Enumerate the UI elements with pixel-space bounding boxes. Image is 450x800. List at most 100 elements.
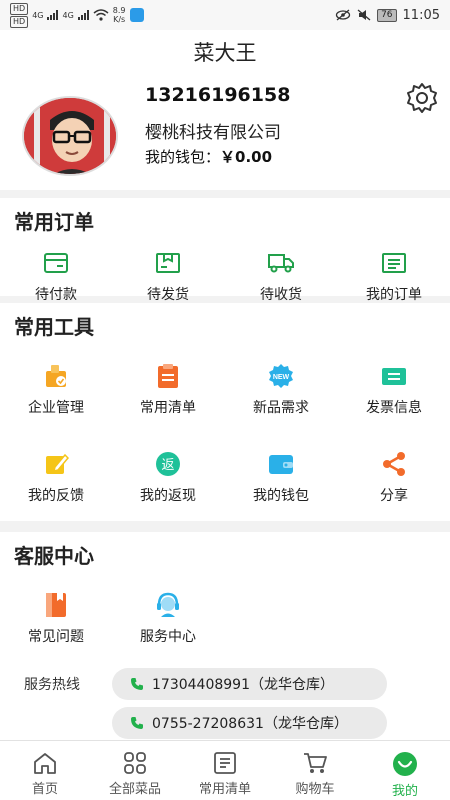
cart-icon	[304, 753, 327, 773]
order-list-icon	[379, 248, 409, 278]
feedback-icon	[41, 449, 71, 479]
tool-item-wallet[interactable]: 我的钱包	[225, 449, 337, 505]
clipboard-icon	[153, 361, 183, 391]
tools-card: 常用工具 企业管理 常用清单 NEW 新品需求 发票信息 我的反馈 返 我的返现	[0, 303, 450, 521]
svg-text:NEW: NEW	[273, 374, 290, 381]
status-bar: HD HD 4G 4G 8.9 K/s 76 11:05	[0, 0, 450, 30]
tab-label: 购物车	[295, 782, 335, 797]
tab-label: 全部菜品	[108, 782, 161, 797]
tool-item-enterprise[interactable]: 企业管理	[0, 361, 112, 417]
cashback-icon: 返	[153, 449, 183, 479]
tool-item-label: 分享	[380, 488, 408, 504]
status-left: HD HD 4G 4G 8.9 K/s	[10, 2, 144, 28]
signal-icon	[77, 10, 89, 20]
net-speed: 8.9 K/s	[113, 6, 126, 24]
tool-item-share[interactable]: 分享	[338, 449, 450, 505]
customer-service-icon	[153, 590, 183, 620]
hotline-number: 17304408991（龙华仓库）	[152, 677, 334, 693]
hd-chip: HD	[10, 15, 29, 28]
order-item-my-orders[interactable]: 我的订单	[338, 248, 450, 304]
service-item-label: 服务中心	[140, 629, 196, 645]
order-item-pending-payment[interactable]: 待付款	[0, 248, 112, 304]
hotline-phone-button[interactable]: 0755-27208631（龙华仓库）	[112, 707, 387, 739]
status-right: 76 11:05	[335, 8, 440, 23]
avatar-image	[24, 98, 116, 174]
net-speed-value: 8.9	[112, 6, 126, 15]
tool-item-feedback[interactable]: 我的反馈	[0, 449, 112, 505]
list-icon	[214, 752, 236, 774]
service-item-label: 常见问题	[28, 629, 84, 645]
wallet-label: 我的钱包：	[145, 148, 221, 166]
svg-text:返: 返	[161, 458, 174, 473]
orders-card: 常用订单 待付款 待发货 待收货 我的订单	[0, 198, 450, 303]
wallet-amount: ￥0.00	[220, 148, 273, 166]
phone-icon	[130, 677, 144, 691]
tool-item-label: 我的钱包	[253, 488, 309, 504]
profile-icon	[393, 752, 417, 776]
signal-icon	[47, 10, 59, 20]
wifi-icon	[93, 9, 109, 21]
hd-chip: HD	[10, 2, 29, 15]
tab-all-dishes[interactable]: 全部菜品	[90, 741, 180, 800]
service-title: 客服中心	[14, 544, 94, 568]
tool-item-label: 发票信息	[366, 400, 422, 416]
invoice-icon	[379, 361, 409, 391]
mute-icon	[357, 9, 371, 21]
enterprise-icon	[41, 361, 71, 391]
hotline-number: 0755-27208631（龙华仓库）	[152, 716, 348, 732]
orders-title: 常用订单	[14, 210, 94, 234]
tools-title: 常用工具	[14, 315, 94, 339]
tab-label: 常用清单	[198, 782, 251, 797]
clock: 11:05	[402, 7, 440, 23]
tool-item-label: 企业管理	[28, 400, 84, 416]
tool-item-common-list[interactable]: 常用清单	[112, 361, 224, 417]
tab-common-list[interactable]: 常用清单	[180, 741, 270, 800]
tool-item-label: 我的反馈	[28, 488, 84, 504]
avatar[interactable]	[22, 96, 118, 176]
eye-hidden-icon	[335, 9, 351, 21]
net-speed-unit: K/s	[113, 15, 126, 24]
tool-item-new-product[interactable]: NEW 新品需求	[225, 361, 337, 417]
service-item-faq[interactable]: 常见问题	[0, 590, 112, 646]
hotline-phone-button[interactable]: 17304408991（龙华仓库）	[112, 668, 387, 700]
title-bar: 菜大王	[0, 30, 450, 74]
user-phone: 13216196158	[145, 84, 291, 106]
order-item-label: 待收货	[260, 287, 302, 303]
network-type-label: 4G	[62, 10, 74, 20]
tool-item-label: 我的返现	[140, 488, 196, 504]
tool-item-cashback[interactable]: 返 我的返现	[112, 449, 224, 505]
order-item-label: 我的订单	[366, 287, 422, 303]
share-icon	[379, 449, 409, 479]
order-item-label: 待付款	[35, 287, 77, 303]
hotline-label: 服务热线	[24, 677, 80, 693]
grid-icon	[124, 752, 146, 774]
order-item-label: 待发货	[147, 287, 189, 303]
network-type-label: 4G	[32, 10, 44, 20]
service-item-center[interactable]: 服务中心	[112, 590, 224, 646]
order-item-pending-receipt[interactable]: 待收货	[225, 248, 337, 304]
phone-icon	[130, 716, 144, 730]
wallet-balance[interactable]: 我的钱包：￥0.00	[145, 146, 272, 167]
app-notification-icon	[129, 8, 144, 22]
tab-mine[interactable]: 我的	[360, 741, 450, 800]
settings-gear-icon[interactable]	[404, 80, 440, 116]
battery-indicator: 76	[377, 8, 397, 22]
tab-label: 我的	[391, 784, 418, 799]
tool-item-invoice[interactable]: 发票信息	[338, 361, 450, 417]
payment-icon	[41, 248, 71, 278]
wallet-icon	[266, 449, 296, 479]
tool-item-label: 新品需求	[253, 400, 309, 416]
tool-item-label: 常用清单	[140, 400, 196, 416]
page-title: 菜大王	[193, 41, 257, 65]
service-card: 客服中心 常见问题 服务中心 服务热线 17304408991（龙华仓库） 07…	[0, 532, 450, 740]
tab-home[interactable]: 首页	[0, 741, 90, 800]
profile-section: 13216196158 樱桃科技有限公司 我的钱包：￥0.00	[0, 74, 450, 190]
home-icon	[34, 753, 56, 774]
company-name: 樱桃科技有限公司	[145, 123, 281, 143]
tab-label: 首页	[31, 782, 58, 797]
order-item-pending-shipment[interactable]: 待发货	[112, 248, 224, 304]
bottom-tab-bar: 首页 全部菜品 常用清单 购物车 我的	[0, 740, 450, 800]
faq-book-icon	[41, 590, 71, 620]
tab-cart[interactable]: 购物车	[270, 741, 360, 800]
package-icon	[153, 248, 183, 278]
